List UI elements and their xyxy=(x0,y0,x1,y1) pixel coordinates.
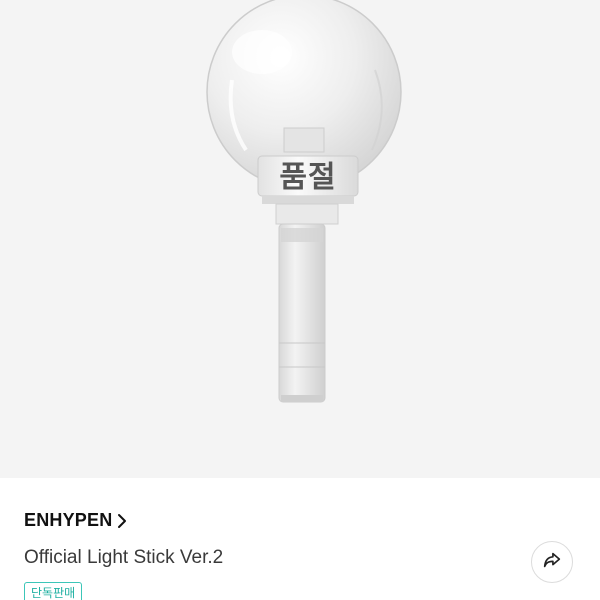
brand-name: ENHYPEN xyxy=(24,510,113,530)
product-info: ENHYPEN Official Light Stick Ver.2 단독판매 xyxy=(0,478,600,600)
share-arrow-icon xyxy=(541,549,563,575)
product-image[interactable]: 품절 xyxy=(0,0,600,478)
product-detail-page: 품절 ENHYPEN Official Light Stick Ver.2 단독… xyxy=(0,0,600,600)
light-stick-illustration xyxy=(206,0,402,403)
product-title: Official Light Stick Ver.2 xyxy=(24,547,224,568)
share-button[interactable] xyxy=(531,541,573,583)
brand-link[interactable]: ENHYPEN xyxy=(24,510,129,531)
chevron-right-icon xyxy=(115,512,129,530)
sold-out-label: 품절 xyxy=(279,160,337,195)
exclusive-badge: 단독판매 xyxy=(24,582,83,600)
